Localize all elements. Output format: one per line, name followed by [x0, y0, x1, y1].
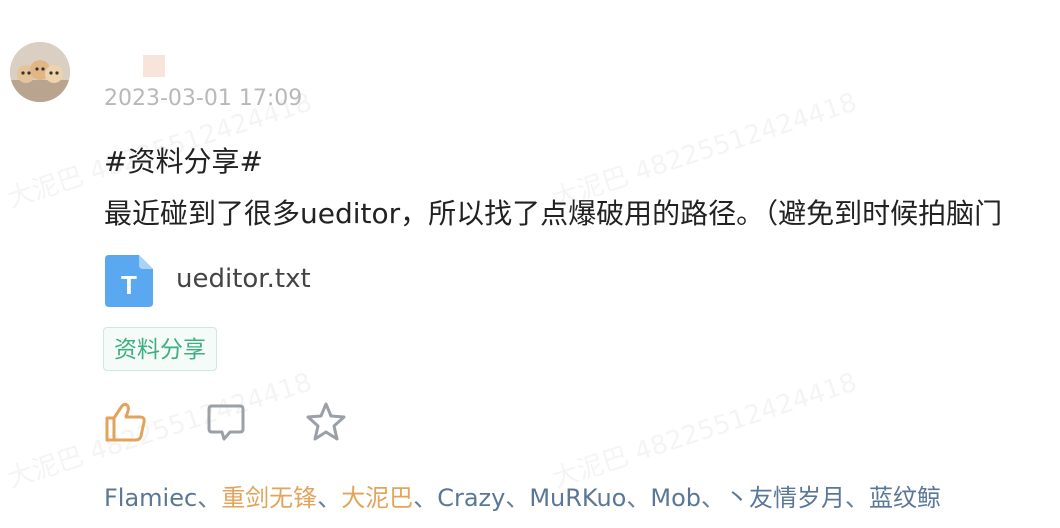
- separator: 、: [626, 484, 651, 512]
- comment-icon: [207, 404, 245, 441]
- liker-name[interactable]: 丶友情岁月: [725, 484, 845, 512]
- watermark: 大泥巴 48225512424418: [2, 362, 316, 495]
- star-icon: [306, 402, 346, 441]
- liker-name[interactable]: Mob: [650, 484, 701, 512]
- liker-name[interactable]: Flamiec: [104, 484, 197, 512]
- liker-name[interactable]: 重剑无锋: [221, 484, 317, 512]
- thumbs-up-icon: [105, 402, 146, 442]
- separator: 、: [505, 484, 530, 512]
- post-timestamp: 2023-03-01 17:09: [104, 86, 303, 111]
- liker-name[interactable]: 蓝纹鲸: [869, 484, 941, 512]
- likers-list: Flamiec、重剑无锋、大泥巴、Crazy、MuRKuo、Mob、丶友情岁月、…: [104, 478, 941, 513]
- post-text: 最近碰到了很多ueditor，所以找了点爆破用的路径。（避免到时候拍脑门: [104, 197, 1003, 230]
- separator: 、: [413, 484, 438, 512]
- topic-tag[interactable]: 资料分享: [103, 327, 217, 371]
- liker-name[interactable]: Crazy: [437, 484, 505, 512]
- comment-button[interactable]: [204, 400, 248, 444]
- liker-name[interactable]: MuRKuo: [529, 484, 626, 512]
- liker-name[interactable]: 大泥巴: [341, 484, 413, 512]
- svg-text:T: T: [121, 270, 137, 300]
- file-txt-icon[interactable]: T: [105, 255, 153, 307]
- username-redacted[interactable]: [143, 55, 165, 77]
- separator: 、: [317, 484, 342, 512]
- watermark: 大泥巴 48225512424418: [547, 362, 861, 495]
- separator: 、: [700, 484, 725, 512]
- post-hashtag[interactable]: #资料分享#: [104, 140, 263, 180]
- favorite-button[interactable]: [304, 400, 348, 444]
- avatar[interactable]: [10, 42, 70, 102]
- like-button[interactable]: [104, 400, 148, 444]
- attachment-file-name[interactable]: ueditor.txt: [176, 264, 311, 294]
- separator: 、: [844, 484, 869, 512]
- separator: 、: [197, 484, 222, 512]
